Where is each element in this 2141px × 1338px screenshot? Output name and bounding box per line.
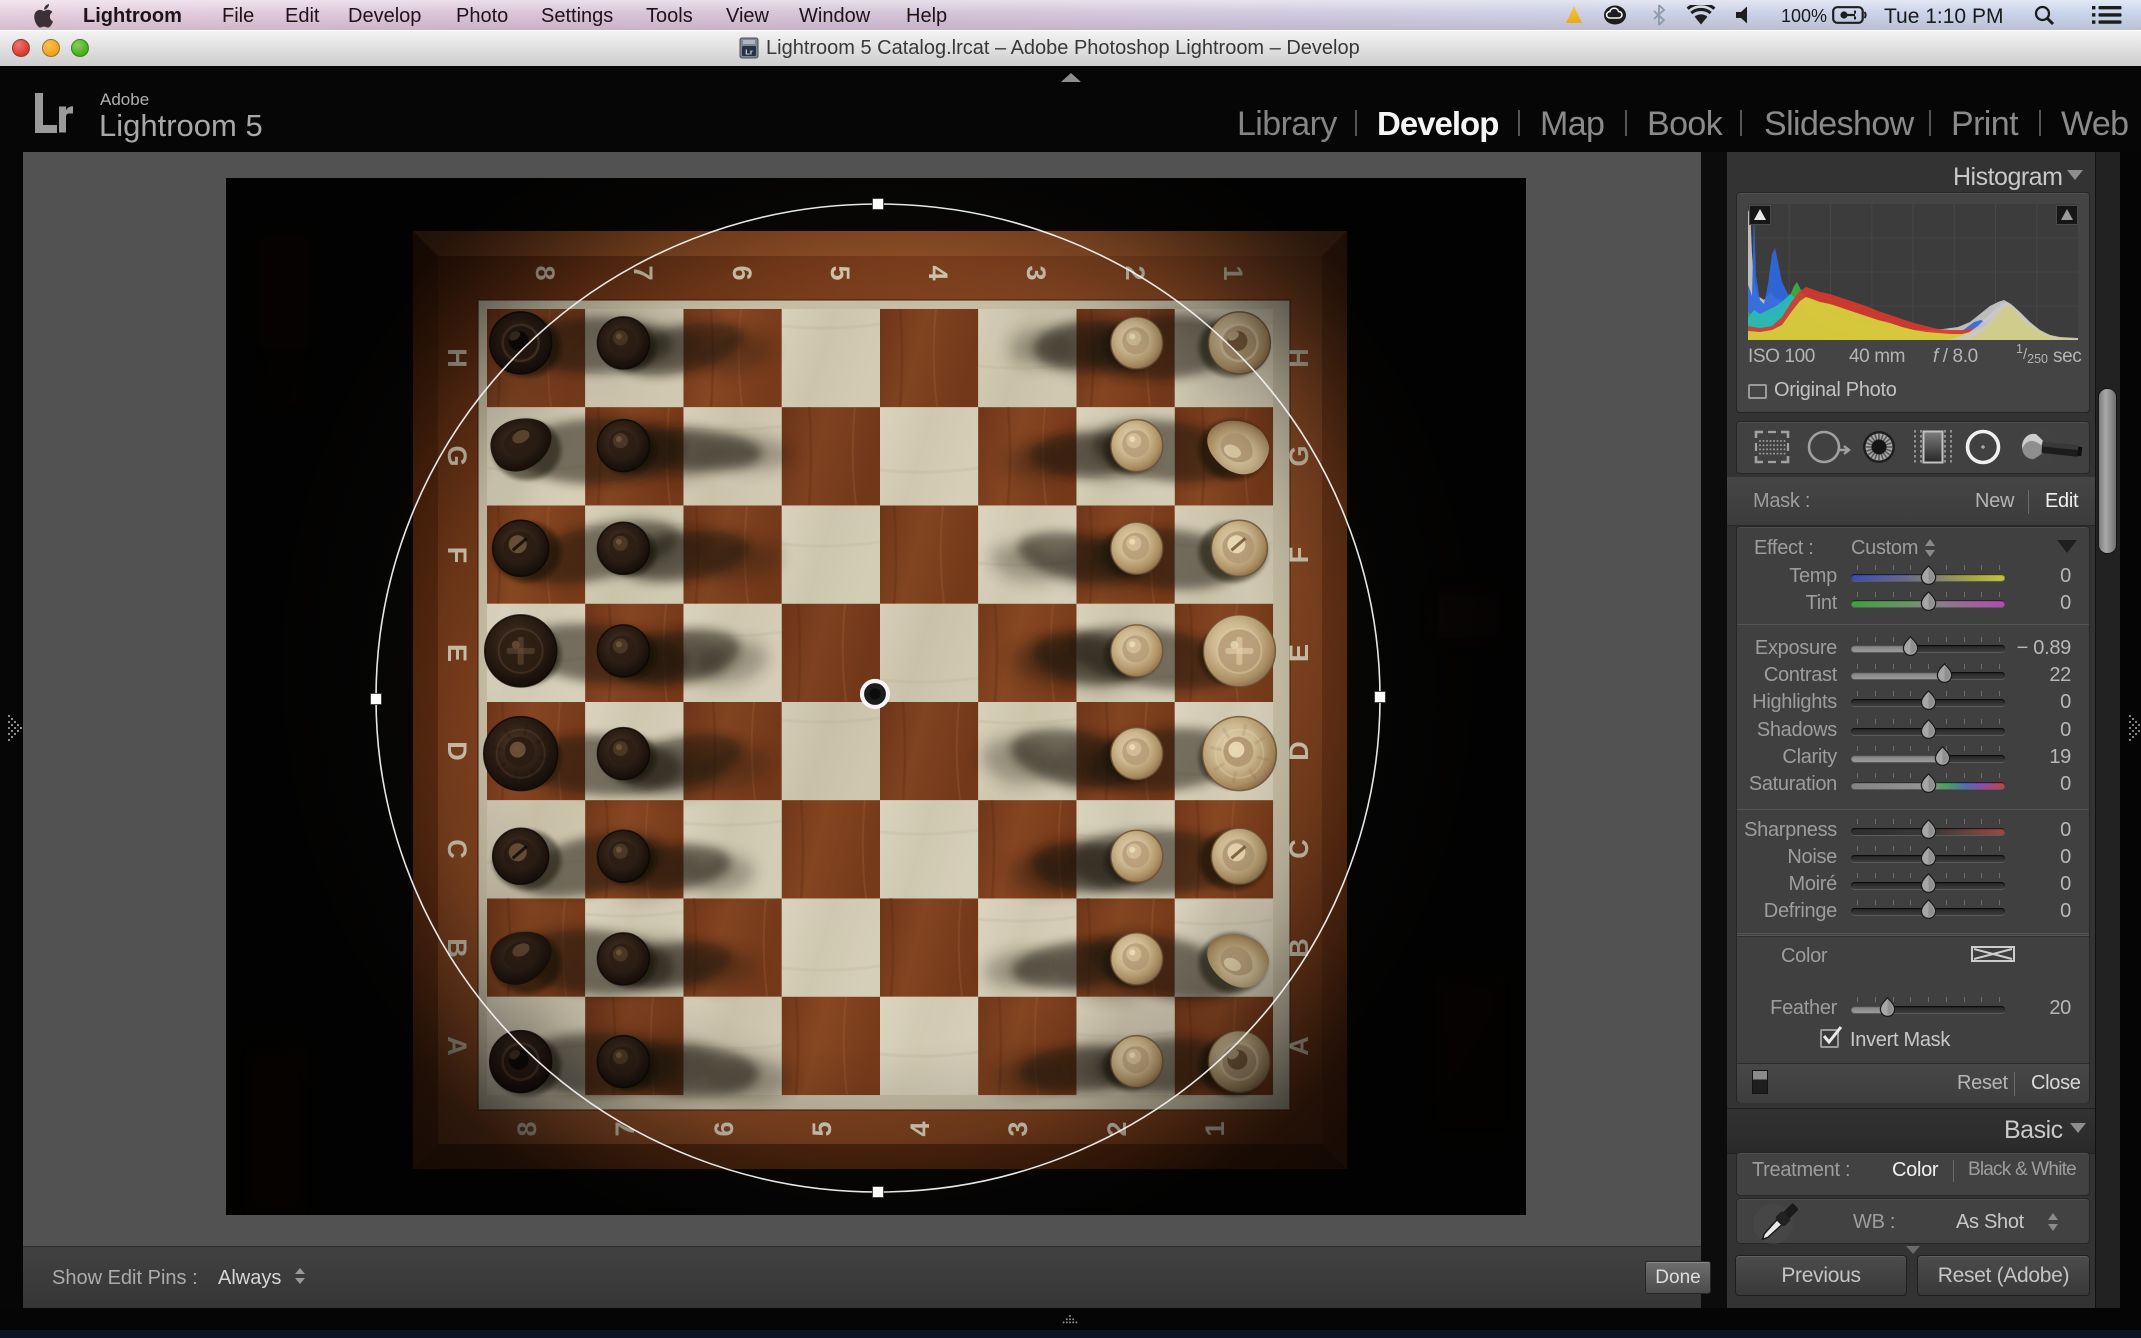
- svg-text:Lr: Lr: [745, 48, 753, 57]
